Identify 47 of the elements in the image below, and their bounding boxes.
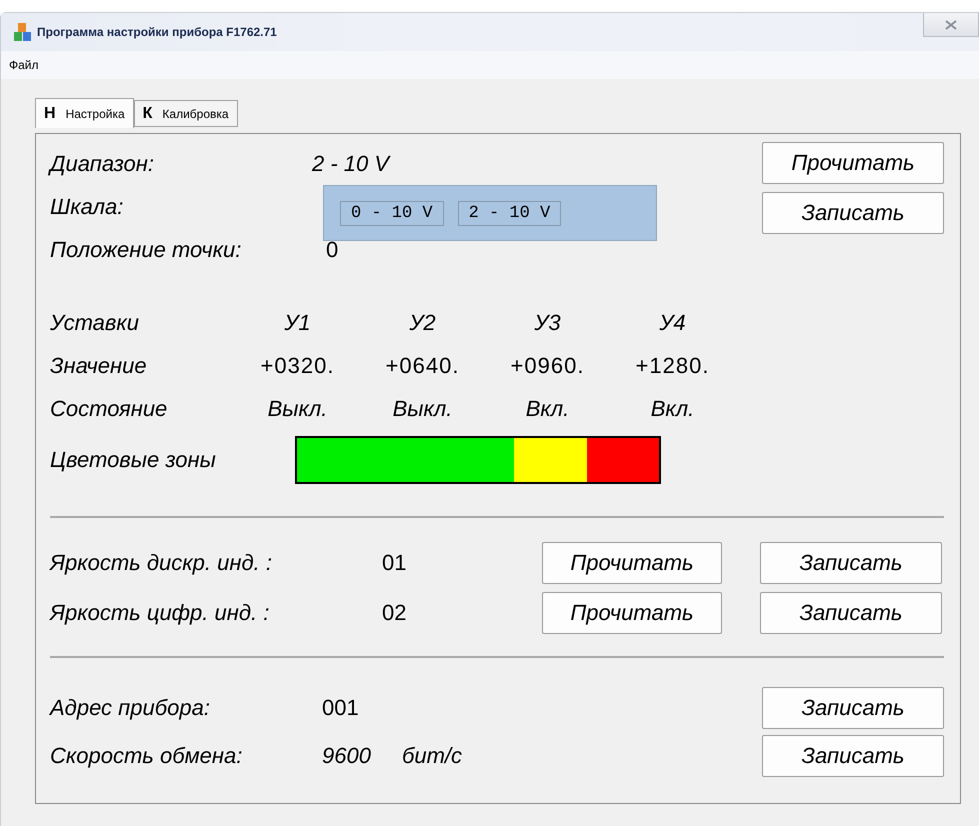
read-button[interactable]: Прочитать	[542, 542, 722, 584]
setpoint-value: +0320.	[260, 352, 336, 380]
comm-value: 001	[322, 695, 360, 721]
close-button[interactable]	[923, 13, 979, 37]
scale-option[interactable]: 0 - 10 V	[340, 200, 444, 226]
action-button[interactable]: Записать	[762, 192, 944, 234]
setpoint-value: +0960.	[510, 352, 586, 380]
tab[interactable]: К Калибровка	[134, 100, 238, 127]
setpoint-state: Выкл.	[392, 394, 454, 422]
setpoint-state: Выкл.	[266, 394, 328, 422]
range-label: Диапазон:	[50, 150, 156, 176]
setpoint-state: Вкл.	[650, 394, 696, 422]
action-button[interactable]: Прочитать	[762, 142, 944, 184]
menu-item[interactable]: Файл	[9, 58, 39, 72]
write-button[interactable]: Записать	[760, 592, 942, 634]
scale-option[interactable]: 2 - 10 V	[458, 200, 562, 226]
setpoints-header: Уставки	[50, 308, 140, 336]
state-label: Состояние	[50, 394, 168, 422]
close-icon	[945, 20, 957, 30]
unit-label: бит/с	[402, 743, 462, 769]
setpoint-name: У2	[408, 308, 437, 336]
comm-label: Скорость обмена:	[50, 743, 244, 769]
comm-value: 9600	[322, 743, 372, 769]
setpoint-value: +0640.	[384, 352, 460, 380]
brightness-label: Яркость цифр. инд. :	[50, 600, 270, 626]
brightness-value: 02	[382, 600, 408, 626]
point-label: Положение точки:	[50, 236, 242, 262]
tab[interactable]: Н Настройка	[35, 98, 134, 128]
write-button[interactable]: Записать	[762, 687, 944, 729]
window-title: Программа настройки прибора F1762.71	[37, 25, 277, 39]
write-button[interactable]: Записать	[762, 735, 944, 777]
setpoint-value: +1280.	[634, 352, 710, 380]
setpoint-name: У1	[283, 308, 312, 336]
comm-label: Адрес прибора:	[50, 695, 211, 721]
range-value: 2 - 10 V	[312, 150, 390, 176]
point-value: 0	[326, 236, 338, 262]
scale-label: Шкала:	[50, 194, 124, 220]
setpoint-name: У4	[658, 308, 687, 336]
value-label: Значение	[50, 352, 148, 380]
color-zones-label: Цветовые зоны	[50, 447, 217, 473]
setpoint-name: У3	[533, 308, 562, 336]
setpoint-state: Вкл.	[524, 394, 570, 422]
brightness-value: 01	[382, 550, 408, 576]
write-button[interactable]: Записать	[760, 542, 942, 584]
read-button[interactable]: Прочитать	[542, 592, 722, 634]
brightness-label: Яркость дискр. инд. :	[50, 550, 273, 576]
app-icon	[13, 22, 33, 42]
